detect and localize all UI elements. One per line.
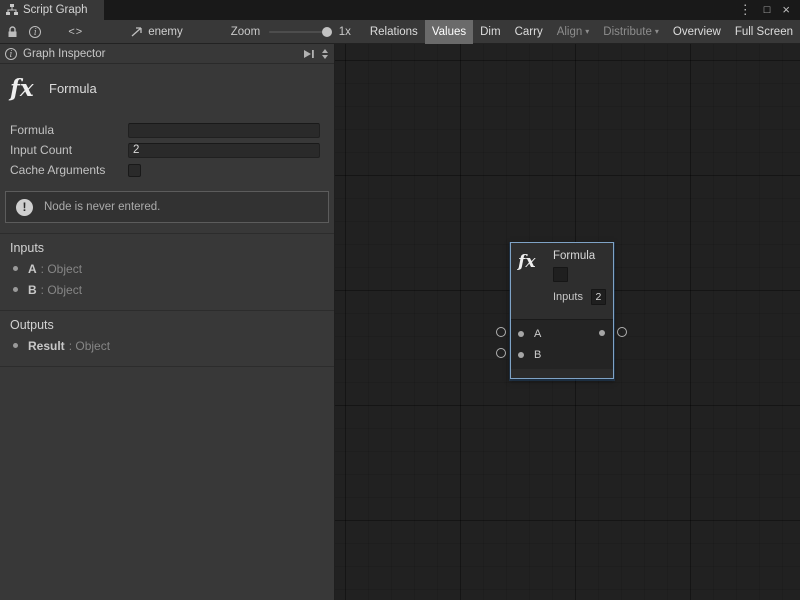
full-screen-button[interactable]: Full Screen <box>728 20 800 44</box>
window-maximize-icon[interactable]: □ <box>764 0 771 20</box>
formula-field-label: Formula <box>10 123 128 137</box>
inspector-title: Graph Inspector <box>23 48 105 60</box>
cache-arguments-checkbox[interactable] <box>128 164 141 177</box>
lock-icon <box>7 26 18 38</box>
relations-button[interactable]: Relations <box>363 20 425 44</box>
graph-toolbar: i <> enemy Zoom 1x Relations Values Dim … <box>0 20 800 44</box>
code-icon: <> <box>68 26 83 38</box>
output-item-result: Result : Object <box>0 335 334 356</box>
info-icon: i <box>5 48 17 60</box>
tab-label: Script Graph <box>23 4 88 16</box>
node-port-row-b[interactable]: B <box>511 344 613 365</box>
info-icon: i <box>29 26 41 38</box>
node-footer <box>511 369 613 378</box>
warning-icon: ! <box>16 199 33 216</box>
inspector-toggle-button[interactable]: i <box>29 20 41 44</box>
node-inputs-row: Inputs 2 <box>553 289 607 305</box>
port-dot-icon <box>13 287 18 292</box>
port-b-label: B <box>534 349 541 361</box>
unit-title: Formula <box>49 81 97 96</box>
connection-ring-output[interactable] <box>617 327 627 337</box>
formula-field-row: Formula <box>0 120 334 140</box>
inspector-header: i Graph Inspector <box>0 44 334 64</box>
window-close-icon[interactable]: × <box>782 0 790 20</box>
output-port-icon[interactable] <box>599 330 605 336</box>
input-count-label: Input Count <box>10 143 128 157</box>
graph-pointer-icon <box>131 26 143 37</box>
values-button[interactable]: Values <box>425 20 473 44</box>
node-title: Formula <box>553 250 607 262</box>
warning-text: Node is never entered. <box>44 201 160 213</box>
formula-node-icon: fx <box>518 249 553 305</box>
node-inputs-label: Inputs <box>553 291 583 303</box>
graph-reference-breadcrumb[interactable]: enemy <box>131 26 183 38</box>
formula-node[interactable]: fx Formula Inputs 2 A B <box>510 242 614 379</box>
inputs-section-title: Inputs <box>0 234 334 258</box>
input-port-b-icon[interactable] <box>518 352 524 358</box>
lock-button[interactable] <box>7 20 18 44</box>
input-item-a: A : Object <box>0 258 334 279</box>
scrub-down-icon[interactable] <box>322 55 328 59</box>
chevron-down-icon: ▾ <box>585 27 589 36</box>
chevron-down-icon: ▾ <box>655 27 659 36</box>
dim-button[interactable]: Dim <box>473 20 507 44</box>
warning-box: ! Node is never entered. <box>5 191 329 223</box>
formula-input[interactable] <box>128 123 320 138</box>
connection-ring-input-a[interactable] <box>496 327 506 337</box>
formula-unit-icon: fx <box>10 75 46 102</box>
port-dot-icon <box>13 266 18 271</box>
node-port-row-a[interactable]: A <box>511 323 613 344</box>
zoom-label: Zoom <box>231 26 260 38</box>
carry-button[interactable]: Carry <box>508 20 550 44</box>
scrub-up-icon[interactable] <box>322 49 328 53</box>
section-divider <box>0 366 334 367</box>
node-formula-input[interactable] <box>553 267 568 282</box>
cache-arguments-label: Cache Arguments <box>10 163 128 177</box>
dock-icon <box>302 49 315 59</box>
distribute-dropdown[interactable]: Distribute ▾ <box>596 20 666 44</box>
input-port-a-icon[interactable] <box>518 331 524 337</box>
zoom-slider[interactable] <box>269 20 332 44</box>
dock-panel-button[interactable] <box>302 49 315 59</box>
window-menu-icon[interactable]: ⋮ <box>739 0 752 20</box>
zoom-slider-thumb[interactable] <box>322 27 332 37</box>
input-count-input[interactable] <box>128 143 320 158</box>
tab-script-graph[interactable]: Script Graph <box>0 0 104 20</box>
panel-scrubber[interactable] <box>322 49 328 59</box>
window-controls: ⋮ □ × <box>739 0 800 20</box>
unit-header: fx Formula <box>0 64 334 112</box>
outputs-section-title: Outputs <box>0 311 334 335</box>
node-ports-section: A B <box>511 319 613 369</box>
cache-arguments-field-row: Cache Arguments <box>0 160 334 180</box>
script-graph-icon <box>6 4 18 16</box>
input-count-field-row: Input Count <box>0 140 334 160</box>
overview-button[interactable]: Overview <box>666 20 728 44</box>
graph-inspector-panel: i Graph Inspector fx Formula Formula Inp… <box>0 44 335 600</box>
node-input-count-field[interactable]: 2 <box>591 289 606 305</box>
port-a-label: A <box>534 328 541 340</box>
input-item-b: B : Object <box>0 279 334 300</box>
code-view-button[interactable]: <> <box>68 20 83 44</box>
node-header: fx Formula Inputs 2 <box>511 243 613 305</box>
toolbar-buttons: Relations Values Dim Carry Align ▾ Distr… <box>363 20 800 44</box>
zoom-value: 1x <box>339 26 351 38</box>
graph-name-label: enemy <box>148 26 183 38</box>
inspector-fields: Formula Input Count Cache Arguments <box>0 120 334 180</box>
connection-ring-input-b[interactable] <box>496 348 506 358</box>
window-tab-bar: Script Graph ⋮ □ × <box>0 0 800 20</box>
graph-canvas[interactable]: fx Formula Inputs 2 A B <box>335 44 800 600</box>
align-dropdown[interactable]: Align ▾ <box>550 20 597 44</box>
port-dot-icon <box>13 343 18 348</box>
